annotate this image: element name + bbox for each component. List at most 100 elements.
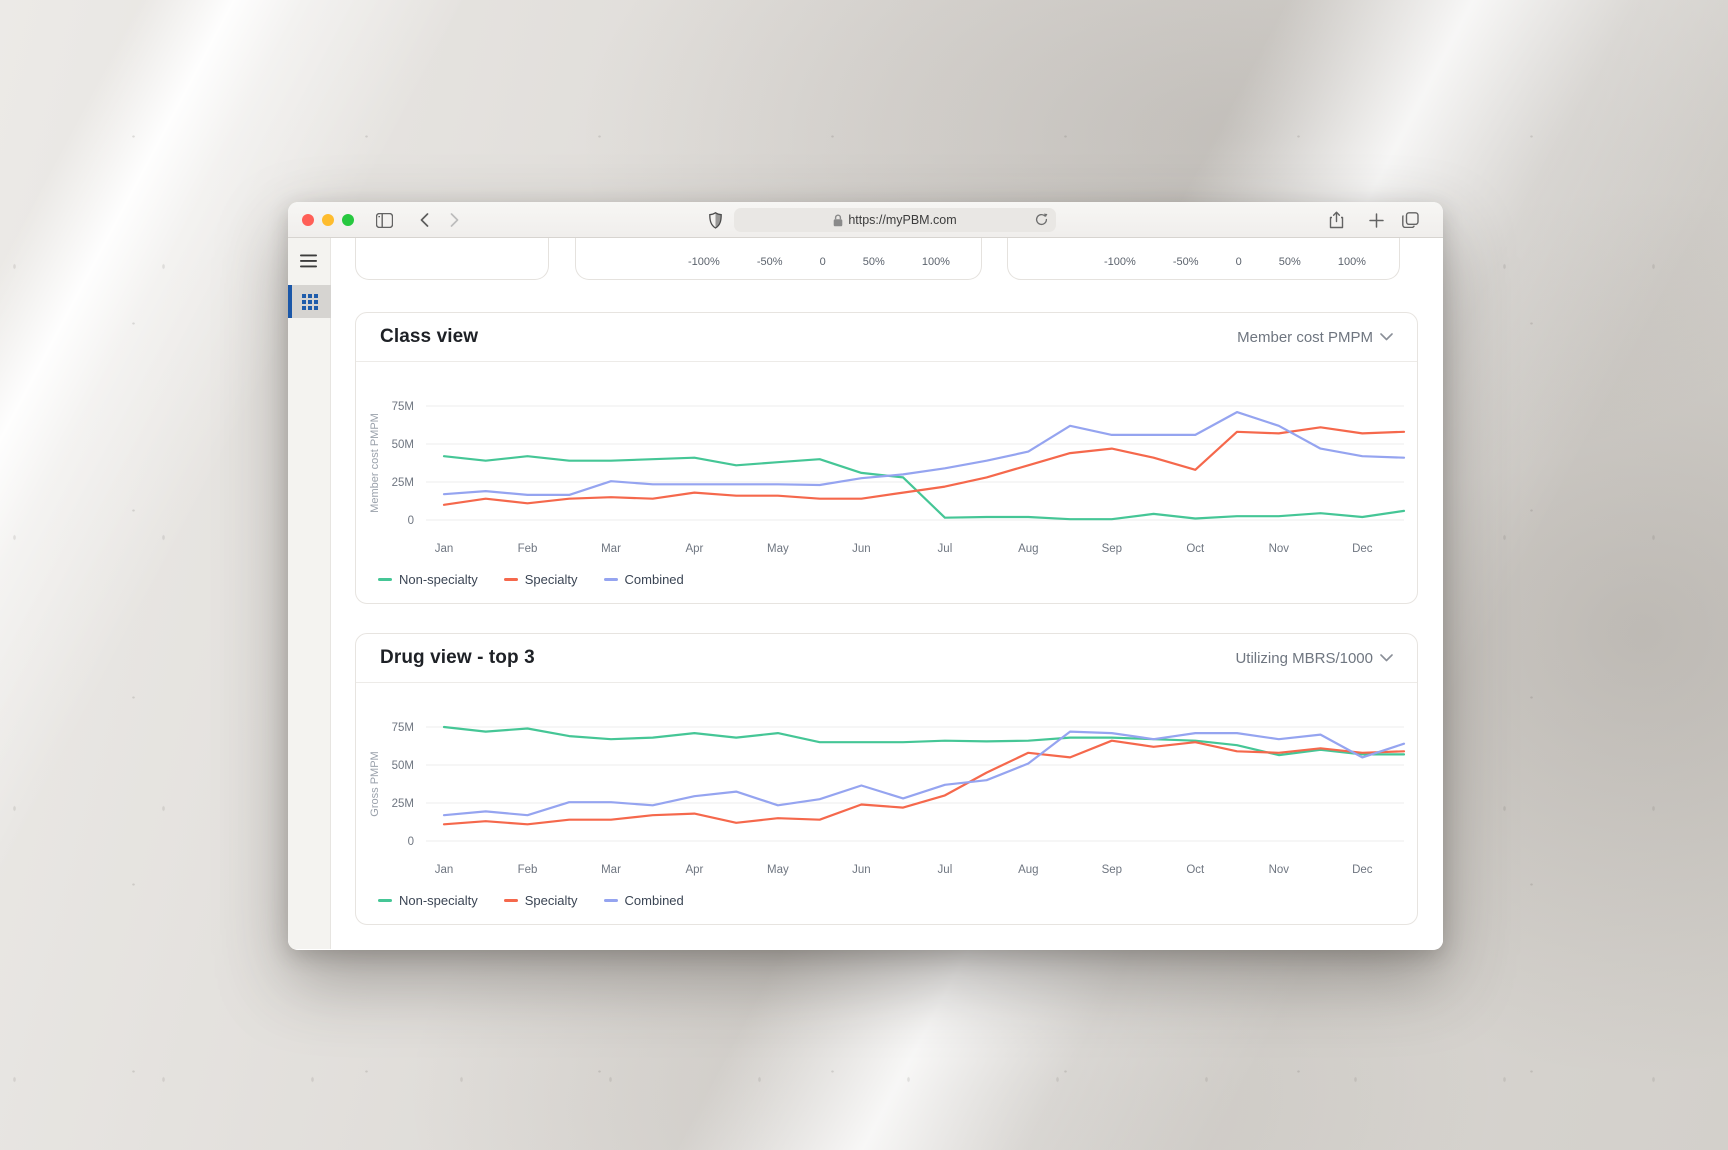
legend-label: Non-specialty (399, 572, 478, 587)
browser-window: https://myPBM.com (288, 202, 1443, 950)
chevron-left-icon (420, 213, 429, 227)
x-tick-label: Nov (1269, 543, 1290, 555)
mini-axis-label: 0 (1236, 256, 1242, 268)
y-tick-label: 50M (392, 439, 414, 451)
url-bar[interactable]: https://myPBM.com (734, 208, 1056, 232)
y-tick-label: 25M (392, 477, 414, 489)
x-tick-label: Dec (1352, 864, 1373, 876)
mini-axis-label: -100% (688, 256, 720, 268)
x-tick-label: Nov (1269, 864, 1290, 876)
legend-item-combined[interactable]: Combined (604, 572, 684, 587)
series-line-non-specialty (444, 727, 1404, 755)
top-card-row: -100%-50%050%100% -100%-50%050%100% (355, 238, 1400, 280)
x-tick-label: Apr (685, 864, 703, 876)
share-icon (1329, 211, 1344, 229)
dashboard-main: -100%-50%050%100% -100%-50%050%100% Clas… (331, 238, 1443, 949)
back-button[interactable] (414, 210, 434, 230)
metric-dropdown[interactable]: Member cost PMPM (1237, 329, 1393, 346)
mini-card (355, 238, 549, 280)
legend-item-non-specialty[interactable]: Non-specialty (378, 893, 478, 908)
y-tick-label: 75M (392, 401, 414, 413)
sidebar-icon (376, 213, 393, 228)
hamburger-icon (300, 254, 317, 268)
tab-overview-button[interactable] (1400, 210, 1420, 230)
x-tick-label: Jul (938, 864, 953, 876)
drug-view-card: Drug view - top 3 Utilizing MBRS/1000 75… (355, 633, 1418, 925)
legend-swatch (604, 578, 618, 581)
legend-swatch (504, 578, 518, 581)
y-axis-title: Gross PMPM (369, 751, 381, 816)
sidebar-toggle-button[interactable] (374, 210, 394, 230)
x-tick-label: Mar (601, 864, 621, 876)
x-tick-label: Feb (518, 864, 538, 876)
chart-legend: Non-specialty Specialty Combined (356, 566, 1417, 587)
y-tick-label: 0 (408, 515, 414, 527)
legend-label: Specialty (525, 572, 578, 587)
x-tick-label: Jul (938, 543, 953, 555)
card-title: Class view (380, 326, 478, 348)
dropdown-label: Utilizing MBRS/1000 (1235, 650, 1373, 667)
menu-button[interactable] (300, 254, 317, 273)
close-window-button[interactable] (302, 214, 314, 226)
reload-button[interactable] (1034, 212, 1049, 232)
x-tick-label: Jan (435, 543, 454, 555)
x-tick-label: Jun (852, 864, 871, 876)
app-sidebar (288, 238, 331, 949)
legend-item-combined[interactable]: Combined (604, 893, 684, 908)
card-header: Class view Member cost PMPM (356, 313, 1417, 362)
line-chart: 75M50M25M0JanFebMarAprMayJunJulAugSepOct… (356, 691, 1417, 887)
metric-dropdown[interactable]: Utilizing MBRS/1000 (1235, 650, 1393, 667)
mini-card: -100%-50%050%100% (575, 238, 982, 280)
new-tab-button[interactable] (1366, 210, 1386, 230)
url-text: https://myPBM.com (848, 213, 956, 227)
x-tick-label: Jan (435, 864, 454, 876)
minimize-window-button[interactable] (322, 214, 334, 226)
shield-icon (709, 212, 722, 229)
x-tick-label: Mar (601, 543, 621, 555)
x-tick-label: Feb (518, 543, 538, 555)
privacy-report-button[interactable] (705, 210, 725, 230)
legend-label: Non-specialty (399, 893, 478, 908)
mini-axis-label: 100% (922, 256, 950, 268)
app-content: -100%-50%050%100% -100%-50%050%100% Clas… (288, 238, 1443, 949)
x-tick-label: Sep (1102, 864, 1122, 876)
legend-label: Combined (625, 572, 684, 587)
forward-button[interactable] (444, 210, 464, 230)
x-tick-label: Aug (1018, 543, 1038, 555)
x-tick-label: May (767, 864, 789, 876)
legend-item-non-specialty[interactable]: Non-specialty (378, 572, 478, 587)
chevron-right-icon (450, 213, 459, 227)
sidebar-item-dashboard[interactable] (288, 285, 331, 318)
browser-toolbar: https://myPBM.com (288, 202, 1443, 238)
lock-icon (833, 214, 843, 227)
chevron-down-icon (1380, 333, 1393, 341)
legend-swatch (378, 578, 392, 581)
y-tick-label: 0 (408, 836, 414, 848)
tabs-icon (1402, 212, 1419, 228)
legend-item-specialty[interactable]: Specialty (504, 893, 578, 908)
series-line-specialty (444, 427, 1404, 505)
chevron-down-icon (1380, 654, 1393, 662)
mini-card-axis: -100%-50%050%100% (688, 256, 950, 268)
mini-axis-label: -50% (1173, 256, 1199, 268)
mini-axis-label: 100% (1338, 256, 1366, 268)
class-view-card: Class view Member cost PMPM 75M 50M 25M 0 Ja… (355, 312, 1418, 604)
x-tick-label: Apr (685, 543, 703, 555)
mini-card-axis: -100%-50%050%100% (1104, 256, 1366, 268)
series-line-specialty (444, 741, 1404, 825)
mini-axis-label: 50% (1279, 256, 1301, 268)
x-tick-label: Aug (1018, 864, 1038, 876)
zoom-window-button[interactable] (342, 214, 354, 226)
y-tick-label: 75M (392, 722, 414, 734)
line-chart: 75M50M25M0JanFebMarAprMayJunJulAugSepOct… (356, 370, 1417, 566)
share-button[interactable] (1326, 210, 1346, 230)
legend-label: Specialty (525, 893, 578, 908)
chart-legend: Non-specialty Specialty Combined (356, 887, 1417, 908)
x-tick-label: May (767, 543, 789, 555)
legend-swatch (604, 899, 618, 902)
legend-item-specialty[interactable]: Specialty (504, 572, 578, 587)
card-title: Drug view - top 3 (380, 647, 535, 669)
x-tick-label: Oct (1186, 864, 1205, 876)
chart-area: 75M50M25M0JanFebMarAprMayJunJulAugSepOct… (356, 362, 1417, 587)
card-header: Drug view - top 3 Utilizing MBRS/1000 (356, 634, 1417, 683)
